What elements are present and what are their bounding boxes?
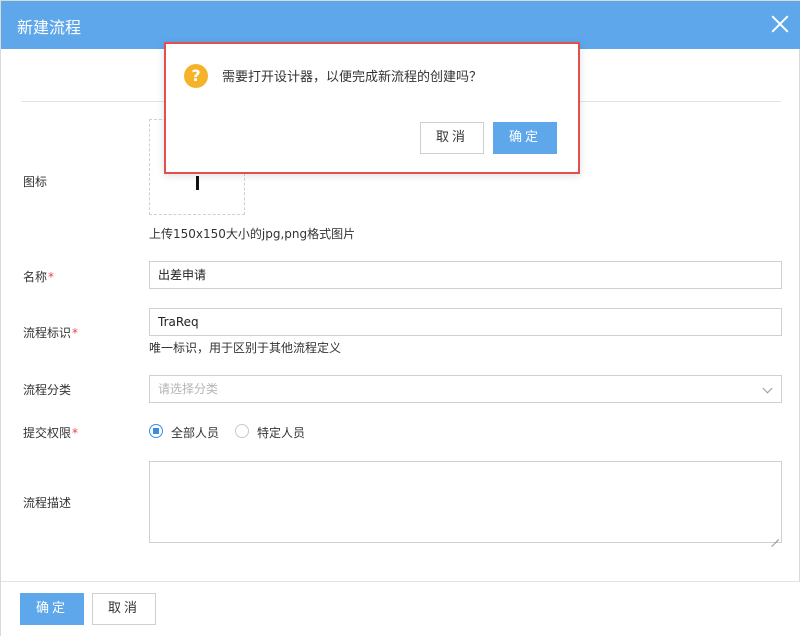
required-mark: * [72, 326, 79, 340]
flow-id-input[interactable]: TraReq [149, 308, 782, 336]
dialog-footer: 确定 取消 [1, 581, 800, 636]
icon-upload-hint: 上传150x150大小的jpg,png格式图片 [149, 227, 356, 241]
required-mark: * [72, 426, 79, 440]
radio-all-members[interactable] [149, 424, 163, 438]
radio-all-members-label[interactable]: 全部人员 [171, 424, 219, 441]
name-input[interactable]: 出差申请 [149, 261, 782, 289]
resize-handle-icon[interactable] [771, 532, 779, 540]
radio-specific-members[interactable] [235, 424, 249, 438]
flow-id-label: 流程标识* [23, 326, 79, 340]
close-icon[interactable] [769, 13, 791, 35]
open-designer-confirm-dialog: ? 需要打开设计器，以便完成新流程的创建吗？ 取消 确定 [164, 42, 580, 174]
flow-id-hint: 唯一标识，用于区别于其他流程定义 [149, 341, 342, 355]
question-icon: ? [184, 64, 208, 88]
radio-specific-members-label[interactable]: 特定人员 [257, 424, 305, 441]
confirm-dialog-ok-button[interactable]: 确定 [493, 122, 557, 154]
dialog-title: 新建流程 [17, 18, 82, 37]
category-select[interactable]: 请选择分类 [149, 375, 782, 403]
icon-label: 图标 [23, 175, 48, 189]
required-mark: * [48, 270, 55, 284]
category-label: 流程分类 [23, 383, 72, 397]
description-label: 流程描述 [23, 496, 72, 510]
confirm-dialog-cancel-button[interactable]: 取消 [420, 122, 484, 154]
chevron-down-icon [762, 383, 773, 394]
permission-label: 提交权限* [23, 426, 79, 440]
confirm-button[interactable]: 确定 [20, 593, 84, 625]
cancel-button[interactable]: 取消 [92, 593, 156, 625]
description-textarea[interactable] [149, 461, 782, 543]
name-label: 名称* [23, 270, 55, 284]
upload-placeholder-mark [196, 176, 199, 190]
confirm-message: 需要打开设计器，以便完成新流程的创建吗？ [222, 70, 483, 85]
category-placeholder: 请选择分类 [158, 382, 219, 396]
